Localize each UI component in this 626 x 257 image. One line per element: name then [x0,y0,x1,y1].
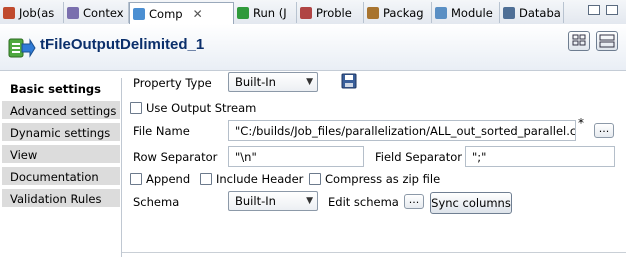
tab-run[interactable]: Run (J [234,2,297,23]
nav-item-view[interactable]: View [2,145,120,165]
field-separator-value: ";" [472,149,487,164]
close-icon[interactable]: ✕ [193,7,203,21]
nav-item-advanced-settings[interactable]: Advanced settings [2,101,120,121]
tab-job[interactable]: Job(as [0,2,64,23]
list-icon [599,34,615,48]
property-type-select[interactable]: Built-In ▼ [228,72,318,92]
problems-icon [300,6,312,19]
job-icon [3,6,15,19]
tab-label: Comp [149,6,183,21]
field-separator-label: Field Separator [375,150,462,164]
contexts-icon [67,6,79,19]
divider [122,252,626,253]
file-name-field[interactable]: "C:/builds/Job_files/parallelization/ALL… [228,120,576,141]
nav-item-validation-rules[interactable]: Validation Rules [2,189,120,209]
nav-item-basic-settings[interactable]: Basic settings [2,79,120,99]
tab-label: Proble [316,5,352,20]
file-name-label: File Name [133,124,190,138]
tab-contexts[interactable]: Contex [64,2,129,23]
minimize-icon[interactable] [588,5,600,15]
component-title: tFileOutputDelimited_1 [40,36,205,53]
nav-item-documentation[interactable]: Documentation [2,167,120,187]
file-name-value: "C:/builds/Job_files/parallelization/ALL… [235,123,576,138]
tab-label: Job(as [19,5,55,20]
tab-label: Contex [83,5,124,20]
row-separator-field[interactable]: "\n" [228,146,364,167]
nav-item-dynamic-settings[interactable]: Dynamic settings [2,123,120,143]
tab-component[interactable]: Comp ✕ [129,2,234,24]
append-label: Append [146,172,191,186]
tab-module[interactable]: Module [432,2,500,23]
property-type-value: Built-In [235,75,276,89]
edit-schema-label: Edit schema [328,195,399,209]
file-output-icon [8,38,36,58]
append-checkbox[interactable] [130,173,142,185]
tab-label: Packag [383,5,424,20]
field-separator-field[interactable]: ";" [465,146,615,167]
row-separator-label: Row Separator [133,150,218,164]
edit-schema-button[interactable]: ... [404,194,424,209]
compress-zip-label: Compress as zip file [325,172,441,186]
compress-zip-checkbox[interactable] [309,173,321,185]
tab-package[interactable]: Packag [364,2,432,23]
grid-icon [572,34,586,46]
edit-schema-dots: ... [408,193,420,206]
chevron-down-icon: ▼ [306,77,313,87]
layout-grid-button[interactable] [568,31,590,51]
include-header-label: Include Header [216,172,304,186]
use-output-stream-checkbox[interactable] [130,102,142,114]
module-icon [435,6,447,19]
property-type-label: Property Type [133,76,212,90]
schema-value: Built-In [235,194,276,208]
schema-label: Schema [133,195,180,209]
browse-file-button[interactable]: ... [594,123,614,138]
include-header-checkbox[interactable] [200,173,212,185]
tab-label: Run (J [253,5,287,20]
tab-label: Module [451,5,493,20]
sync-columns-label: Sync columns [431,196,511,210]
save-icon[interactable] [341,73,357,89]
browse-label: ... [598,122,610,135]
tab-label: Databa [519,5,561,20]
row-separator-value: "\n" [235,149,257,164]
use-output-stream-label: Use Output Stream [146,101,257,115]
maximize-icon[interactable] [606,5,618,15]
run-icon [237,6,249,19]
chevron-down-icon: ▼ [306,196,313,206]
tab-problems[interactable]: Proble [297,2,364,23]
layout-list-button[interactable] [596,31,618,51]
component-icon [133,7,145,20]
required-marker: * [578,116,584,130]
database-icon [503,6,515,19]
tab-database[interactable]: Databa [500,2,564,23]
package-icon [367,6,379,19]
sync-columns-button[interactable]: Sync columns [430,192,512,214]
schema-select[interactable]: Built-In ▼ [228,191,318,211]
